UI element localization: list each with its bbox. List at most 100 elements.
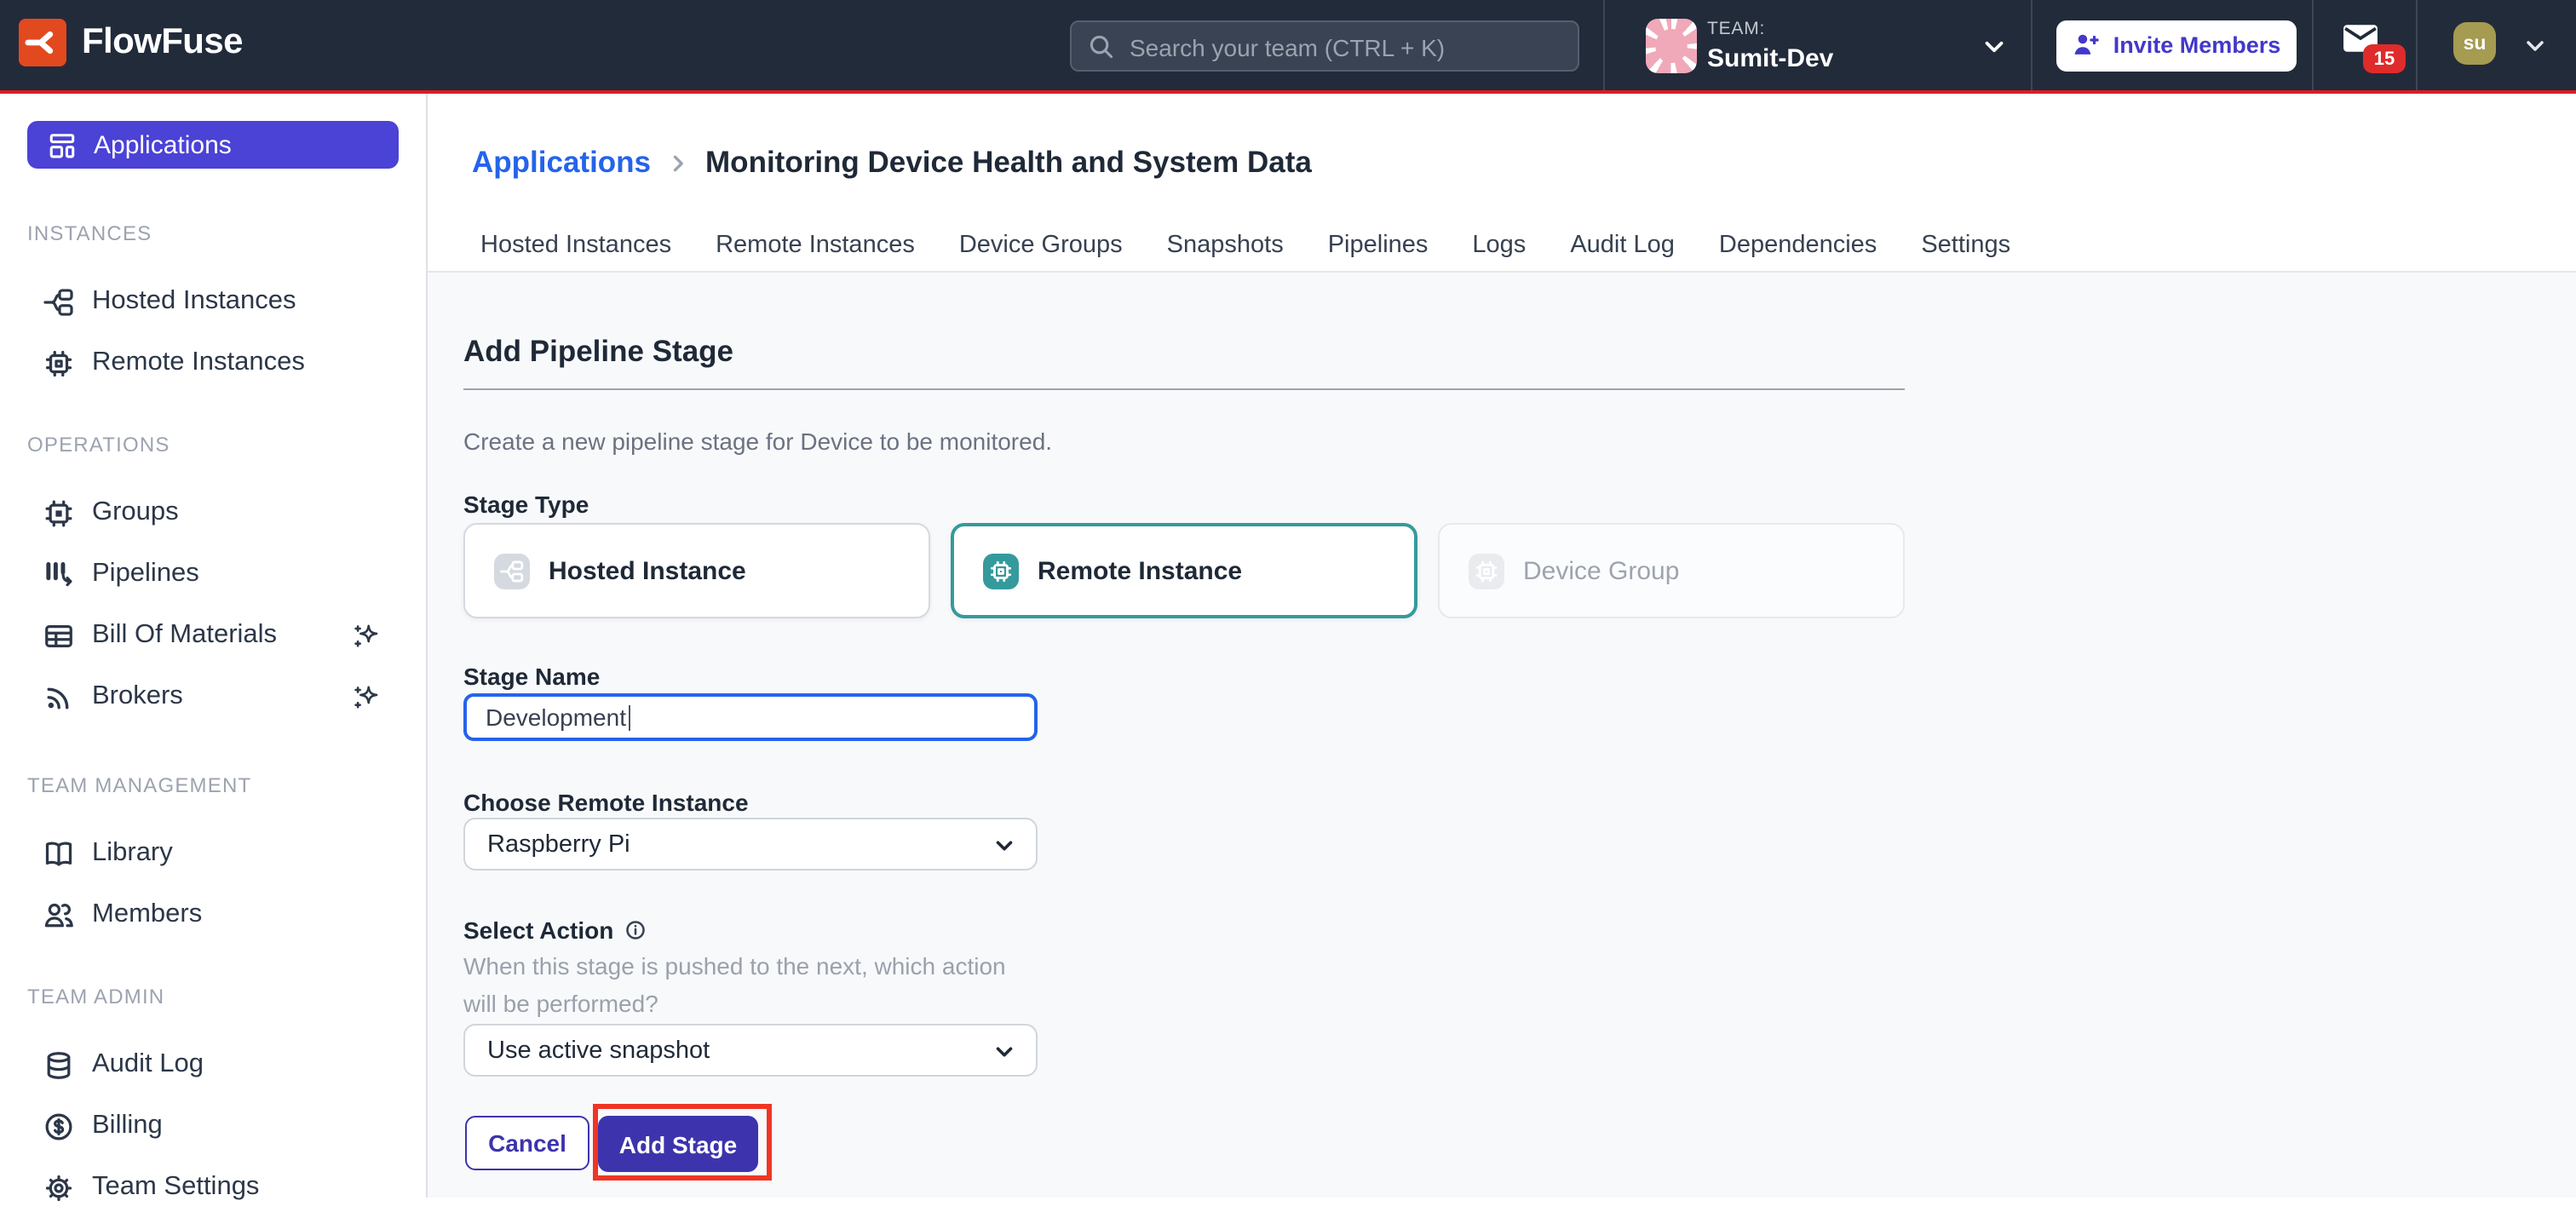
sidebar-item-team-settings[interactable]: Team Settings: [0, 1157, 426, 1218]
sidebar-section-instances: INSTANCES: [27, 221, 426, 247]
sidebar-item-members[interactable]: Members: [0, 884, 426, 945]
search-input[interactable]: [1126, 21, 1567, 72]
remote-instance-value: Raspberry Pi: [487, 830, 630, 858]
sidebar-item-label: Members: [92, 899, 202, 930]
chip-icon: [983, 553, 1019, 589]
remote-instance-label: Choose Remote Instance: [463, 789, 749, 816]
form-title: Add Pipeline Stage: [463, 334, 733, 370]
team-selector[interactable]: TEAM: Sumit-Dev: [1707, 20, 1833, 71]
sidebar-item-brokers[interactable]: Brokers: [0, 666, 426, 727]
header-divider: [2416, 0, 2418, 89]
flowfuse-logo-icon: [19, 19, 66, 66]
title-divider: [463, 388, 1905, 390]
brand-name: FlowFuse: [82, 22, 243, 63]
select-action-helper: When this stage is pushed to the next, w…: [463, 949, 1026, 1022]
tab-logs[interactable]: Logs: [1472, 232, 1526, 259]
sidebar-item-applications[interactable]: Applications: [27, 121, 399, 169]
stage-type-label: Stage Type: [463, 491, 589, 518]
team-search: [1070, 20, 1579, 71]
hosted-instances-icon: [494, 553, 530, 589]
notifications-button[interactable]: 15: [2343, 24, 2411, 78]
rss-icon: [43, 681, 75, 713]
sidebar-item-groups[interactable]: Groups: [0, 482, 426, 543]
table-icon: [43, 619, 75, 652]
cog-icon: [43, 1171, 75, 1204]
tab-settings[interactable]: Settings: [1921, 232, 2010, 259]
tab-remote-instances[interactable]: Remote Instances: [716, 232, 915, 259]
stage-name-label: Stage Name: [463, 663, 600, 690]
team-name: Sumit-Dev: [1707, 45, 1833, 71]
sidebar-item-remote-instances[interactable]: Remote Instances: [0, 332, 426, 394]
sidebar-item-billing[interactable]: Billing: [0, 1095, 426, 1157]
currency-dollar-icon: [43, 1110, 75, 1142]
tab-device-groups[interactable]: Device Groups: [959, 232, 1123, 259]
user-plus-icon: [2073, 31, 2102, 60]
sidebar-item-audit-log[interactable]: Audit Log: [0, 1034, 426, 1095]
database-icon: [43, 1049, 75, 1081]
users-icon: [43, 899, 75, 931]
device-group-icon: [1469, 553, 1504, 589]
stage-type-option-hosted-instance[interactable]: Hosted Instance: [463, 523, 930, 618]
device-group-icon: [43, 497, 75, 529]
sidebar-item-pipelines[interactable]: Pipelines: [0, 543, 426, 605]
sidebar-section-operations: OPERATIONS: [27, 433, 426, 458]
tab-audit-log[interactable]: Audit Log: [1570, 232, 1675, 259]
header-divider: [1603, 0, 1605, 89]
sidebar-item-label: Bill Of Materials: [92, 620, 277, 651]
sidebar-item-label: Team Settings: [92, 1172, 259, 1203]
chevron-right-icon: [666, 151, 690, 175]
notification-badge: 15: [2363, 44, 2406, 73]
sidebar-item-label: Remote Instances: [92, 348, 305, 378]
tab-dependencies[interactable]: Dependencies: [1719, 232, 1877, 259]
select-action-label: Select Action: [463, 916, 613, 944]
select-action-label-row: Select Action: [463, 916, 647, 944]
tab-hosted-instances[interactable]: Hosted Instances: [480, 232, 671, 259]
sidebar-item-bill-of-materials[interactable]: Bill Of Materials: [0, 605, 426, 666]
invite-members-label: Invite Members: [2113, 32, 2281, 58]
stage-type-option-remote-instance[interactable]: Remote Instance: [951, 523, 1417, 618]
sidebar-item-library[interactable]: Library: [0, 823, 426, 884]
top-navbar: FlowFuse TEAM: Sumit-Dev Invite Members: [0, 0, 2576, 93]
sidebar: Applications INSTANCES Hosted Instances: [0, 94, 428, 1198]
sidebar-item-hosted-instances[interactable]: Hosted Instances: [0, 271, 426, 332]
option-label: Device Group: [1523, 556, 1679, 585]
remote-instance-select[interactable]: Raspberry Pi: [463, 818, 1038, 870]
page-title: Monitoring Device Health and System Data: [705, 145, 1312, 181]
chip-icon: [43, 347, 75, 379]
info-icon[interactable]: [624, 918, 647, 942]
chevron-down-icon: [992, 1039, 1017, 1065]
application-tabs: Hosted Instances Remote Instances Device…: [480, 232, 2010, 259]
team-avatar[interactable]: [1646, 18, 1697, 72]
cancel-button[interactable]: Cancel: [465, 1116, 589, 1170]
tab-snapshots[interactable]: Snapshots: [1167, 232, 1284, 259]
stage-name-input[interactable]: Development: [463, 693, 1038, 741]
app-window: FlowFuse TEAM: Sumit-Dev Invite Members: [0, 0, 2576, 1198]
sidebar-section-team-management: TEAM MANAGEMENT: [27, 773, 426, 799]
header-divider: [2031, 0, 2033, 89]
sparkles-icon: [353, 682, 382, 711]
hosted-instances-icon: [43, 285, 75, 318]
tab-pipelines[interactable]: Pipelines: [1328, 232, 1429, 259]
option-label: Hosted Instance: [549, 556, 746, 585]
action-value: Use active snapshot: [487, 1037, 710, 1064]
pipelines-icon: [43, 558, 75, 590]
chevron-down-icon[interactable]: [2521, 32, 2549, 60]
header-divider: [2312, 0, 2314, 89]
applications-icon: [48, 130, 77, 159]
stage-type-options: Hosted Instance Remote Instance: [463, 523, 1905, 618]
main-content: Applications Monitoring Device Health an…: [428, 94, 2576, 1198]
breadcrumb-applications-link[interactable]: Applications: [472, 145, 651, 181]
action-select[interactable]: Use active snapshot: [463, 1024, 1038, 1077]
stage-type-option-device-group: Device Group: [1438, 523, 1905, 618]
sidebar-item-label: Brokers: [92, 681, 183, 712]
team-label: TEAM:: [1707, 20, 1833, 38]
breadcrumb: Applications Monitoring Device Health an…: [472, 145, 1312, 181]
sidebar-item-label: Audit Log: [92, 1049, 204, 1080]
brand[interactable]: FlowFuse: [19, 19, 243, 66]
chevron-down-icon[interactable]: [1980, 32, 2009, 61]
add-stage-button[interactable]: Add Stage: [598, 1116, 758, 1172]
sidebar-item-label: Groups: [92, 497, 179, 528]
user-avatar[interactable]: su: [2453, 22, 2496, 65]
chevron-down-icon: [992, 833, 1017, 859]
invite-members-button[interactable]: Invite Members: [2056, 20, 2297, 71]
